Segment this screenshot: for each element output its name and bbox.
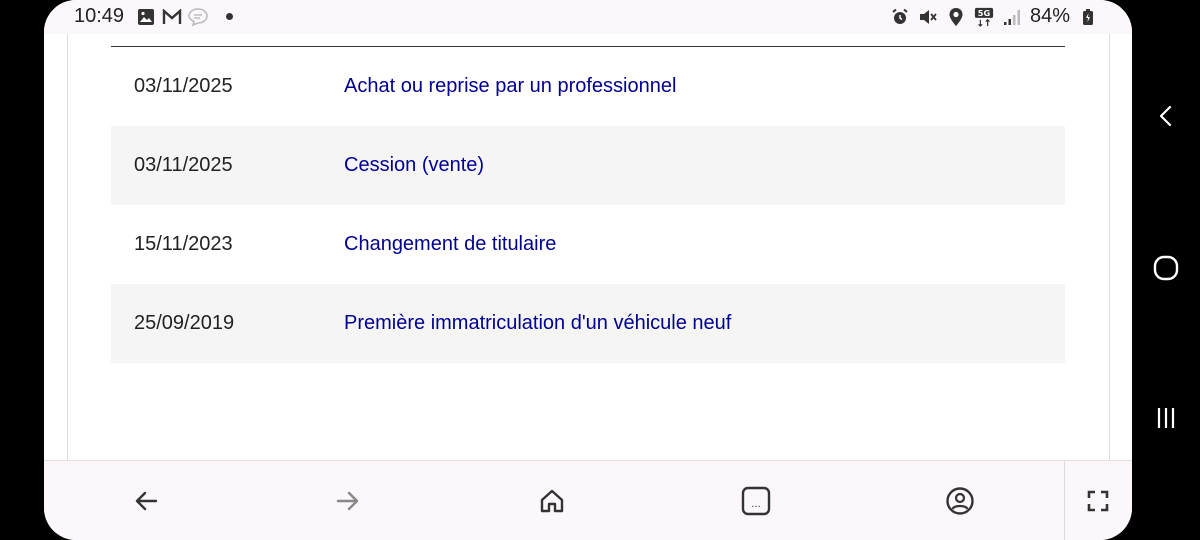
vehicle-history-table: 03/11/2025 Achat ou reprise par un profe… <box>111 47 1065 363</box>
gmail-icon <box>162 7 182 27</box>
row-event: Achat ou reprise par un professionnel <box>344 75 677 97</box>
nav-home-button[interactable] <box>1146 248 1186 288</box>
row-event: Changement de titulaire <box>344 233 557 255</box>
nav-recents-icon <box>1157 408 1175 428</box>
account-icon <box>946 487 974 515</box>
fullscreen-icon <box>1087 490 1109 512</box>
row-date: 15/11/2023 <box>134 233 233 255</box>
svg-text:...: ... <box>751 499 761 510</box>
fullscreen-button[interactable] <box>1078 481 1118 521</box>
browser-bottom-toolbar: ... <box>44 460 1132 540</box>
table-row: 15/11/2023 Changement de titulaire <box>111 205 1065 284</box>
status-time: 10:49 <box>74 5 125 27</box>
location-icon <box>946 7 966 27</box>
row-date: 03/11/2025 <box>134 154 233 176</box>
home-icon <box>540 489 564 513</box>
nav-recents-button[interactable] <box>1146 398 1186 438</box>
table-row: 25/09/2019 Première immatriculation d'un… <box>111 284 1065 363</box>
content-frame-left-border <box>67 34 68 460</box>
back-icon <box>135 491 158 511</box>
status-bar: 10:49 5G 84% <box>44 0 1132 34</box>
messages-icon <box>188 7 208 27</box>
web-page-content: 03/11/2025 Achat ou reprise par un profe… <box>44 34 1132 460</box>
battery-percent: 84% <box>1029 5 1070 27</box>
signal-icon <box>1002 7 1022 27</box>
mute-vibrate-icon <box>918 7 938 27</box>
table-row: 03/11/2025 Achat ou reprise par un profe… <box>111 47 1065 126</box>
account-button[interactable] <box>940 481 980 521</box>
row-event: Première immatriculation d'un véhicule n… <box>344 312 732 334</box>
phone-screen: 10:49 5G 84% 03/11/2025 Achat ou reprise… <box>44 0 1132 540</box>
notification-dot <box>226 13 234 20</box>
back-button[interactable] <box>126 481 166 521</box>
table-row: 03/11/2025 Cession (vente) <box>111 126 1065 205</box>
alarm-icon <box>890 7 910 27</box>
row-date: 25/09/2019 <box>134 312 235 334</box>
forward-icon <box>336 491 359 511</box>
nav-home-icon <box>1153 255 1179 281</box>
nav-back-button[interactable] <box>1146 96 1186 136</box>
home-button[interactable] <box>532 481 572 521</box>
battery-icon <box>1078 7 1098 27</box>
row-event: Cession (vente) <box>344 154 485 176</box>
gallery-icon <box>136 7 156 27</box>
svg-text:5G: 5G <box>978 8 991 18</box>
content-frame-right-border <box>1109 34 1110 460</box>
nav-back-icon <box>1159 105 1172 127</box>
toolbar-divider <box>1064 461 1065 540</box>
tabs-icon: ... <box>741 486 771 516</box>
row-date: 03/11/2025 <box>134 75 233 97</box>
5g-icon: 5G <box>974 7 994 27</box>
tabs-button[interactable]: ... <box>736 481 776 521</box>
forward-button[interactable] <box>328 481 368 521</box>
